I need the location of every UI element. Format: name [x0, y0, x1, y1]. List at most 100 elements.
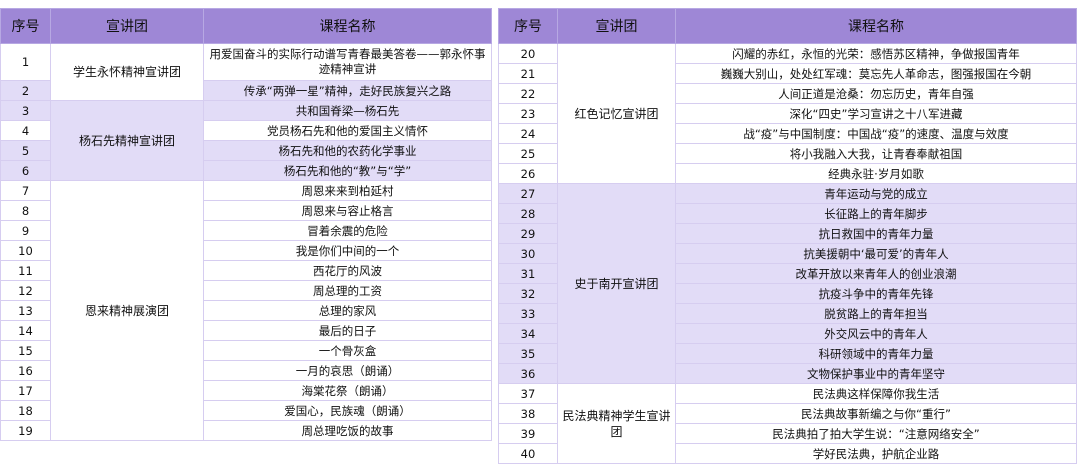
course-table-right: 序号 宣讲团 课程名称 20 红色记忆宣讲团 闪耀的赤红，永恒的光荣：感悟苏区精…	[498, 8, 1077, 464]
row-number: 39	[498, 423, 558, 444]
row-number: 37	[498, 383, 558, 404]
row-number: 15	[0, 340, 51, 361]
row-number: 33	[498, 303, 558, 324]
course-title: 巍巍大别山，处处红军魂：莫忘先人革命志，图强报国在今朝	[675, 63, 1077, 84]
row-number: 16	[0, 360, 51, 381]
course-title: 科研领域中的青年力量	[675, 343, 1077, 364]
header-course: 课程名称	[203, 8, 492, 44]
row-number: 35	[498, 343, 558, 364]
course-title: 深化“四史”学习宣讲之十八军进藏	[675, 103, 1077, 124]
team-name: 学生永怀精神宣讲团	[50, 43, 204, 101]
course-title: 海棠花祭（朗诵）	[203, 380, 492, 401]
row-number: 11	[0, 260, 51, 281]
course-title: 将小我融入大我，让青春奉献祖国	[675, 143, 1077, 164]
row-number: 3	[0, 100, 51, 121]
course-title: 闪耀的赤红，永恒的光荣：感悟苏区精神，争做报国青年	[675, 43, 1077, 64]
row-number: 28	[498, 203, 558, 224]
course-title: 民法典故事新编之与你“重行”	[675, 403, 1077, 424]
course-title: 一个骨灰盒	[203, 340, 492, 361]
course-title: 外交风云中的青年人	[675, 323, 1077, 344]
row-number: 9	[0, 220, 51, 241]
row-number: 6	[0, 160, 51, 181]
row-number: 10	[0, 240, 51, 261]
course-title: 用爱国奋斗的实际行动谱写青春最美答卷——郭永怀事迹精神宣讲	[203, 43, 492, 81]
row-number: 17	[0, 380, 51, 401]
row-number: 34	[498, 323, 558, 344]
row-number: 13	[0, 300, 51, 321]
table-row: 37 民法典精神学生宣讲团 民法典这样保障你我生活	[498, 383, 1077, 464]
course-title: 冒着余震的危险	[203, 220, 492, 241]
header-num: 序号	[498, 8, 558, 44]
header-team: 宣讲团	[557, 8, 676, 44]
course-title: 人间正道是沧桑：勿忘历史，青年自强	[675, 83, 1077, 104]
course-title: 改革开放以来青年人的创业浪潮	[675, 263, 1077, 284]
row-number: 14	[0, 320, 51, 341]
header-row: 序号 宣讲团 课程名称	[498, 8, 1077, 44]
table-row: 1 学生永怀精神宣讲团 用爱国奋斗的实际行动谱写青春最美答卷——郭永怀事迹精神宣…	[0, 43, 492, 101]
course-title: 总理的家风	[203, 300, 492, 321]
row-number: 22	[498, 83, 558, 104]
row-number: 32	[498, 283, 558, 304]
table-row: 20 红色记忆宣讲团 闪耀的赤红，永恒的光荣：感悟苏区精神，争做报国青年	[498, 43, 1077, 184]
course-title: 共和国脊梁—杨石先	[203, 100, 492, 121]
header-num: 序号	[0, 8, 51, 44]
course-title: 战“疫”与中国制度：中国战“疫”的速度、温度与效度	[675, 123, 1077, 144]
course-title: 周总理的工资	[203, 280, 492, 301]
row-number: 30	[498, 243, 558, 264]
course-title: 民法典拍了拍大学生说：“注意网络安全”	[675, 423, 1077, 444]
row-number: 21	[498, 63, 558, 84]
course-title: 抗疫斗争中的青年先锋	[675, 283, 1077, 304]
header-row: 序号 宣讲团 课程名称	[0, 8, 492, 44]
row-number: 7	[0, 180, 51, 201]
course-title: 经典永驻·岁月如歌	[675, 163, 1077, 184]
row-number: 4	[0, 120, 51, 141]
course-title: 我是你们中间的一个	[203, 240, 492, 261]
course-title: 青年运动与党的成立	[675, 183, 1077, 204]
course-title: 党员杨石先和他的爱国主义情怀	[203, 120, 492, 141]
course-title: 长征路上的青年脚步	[675, 203, 1077, 224]
row-number: 23	[498, 103, 558, 124]
row-number: 24	[498, 123, 558, 144]
course-table-left: 序号 宣讲团 课程名称 1 学生永怀精神宣讲团 用爱国奋斗的实际行动谱写青春最美…	[0, 8, 492, 441]
header-team: 宣讲团	[50, 8, 204, 44]
course-title: 西花厅的风波	[203, 260, 492, 281]
row-number: 29	[498, 223, 558, 244]
course-title: 杨石先和他的“教”与“学”	[203, 160, 492, 181]
course-title: 爱国心，民族魂（朗诵）	[203, 400, 492, 421]
course-title: 周恩来与容止格言	[203, 200, 492, 221]
row-number: 31	[498, 263, 558, 284]
team-name: 红色记忆宣讲团	[557, 43, 676, 184]
row-number: 2	[0, 80, 51, 101]
row-number: 1	[0, 43, 51, 81]
row-number: 19	[0, 420, 51, 441]
team-name: 史于南开宣讲团	[557, 183, 676, 384]
row-number: 27	[498, 183, 558, 204]
row-number: 18	[0, 400, 51, 421]
row-number: 5	[0, 140, 51, 161]
table-row: 7 恩来精神展演团 周恩来来到柏延村	[0, 180, 492, 441]
team-name: 民法典精神学生宣讲团	[557, 383, 676, 464]
course-title: 一月的哀思（朗诵）	[203, 360, 492, 381]
course-title: 传承“两弹一星”精神，走好民族复兴之路	[203, 80, 492, 101]
row-number: 36	[498, 363, 558, 384]
course-title: 民法典这样保障你我生活	[675, 383, 1077, 404]
course-title: 脱贫路上的青年担当	[675, 303, 1077, 324]
row-number: 38	[498, 403, 558, 424]
course-title: 杨石先和他的农药化学事业	[203, 140, 492, 161]
row-number: 20	[498, 43, 558, 64]
course-title: 抗日救国中的青年力量	[675, 223, 1077, 244]
table-row: 27 史于南开宣讲团 青年运动与党的成立	[498, 183, 1077, 384]
row-number: 25	[498, 143, 558, 164]
course-title: 周总理吃饭的故事	[203, 420, 492, 441]
course-title: 抗美援朝中‘最可爱’的青年人	[675, 243, 1077, 264]
row-number: 12	[0, 280, 51, 301]
row-number: 8	[0, 200, 51, 221]
course-title: 最后的日子	[203, 320, 492, 341]
team-name: 杨石先精神宣讲团	[50, 100, 204, 181]
header-course: 课程名称	[675, 8, 1077, 44]
team-name: 恩来精神展演团	[50, 180, 204, 441]
course-title: 周恩来来到柏延村	[203, 180, 492, 201]
row-number: 26	[498, 163, 558, 184]
course-title: 文物保护事业中的青年坚守	[675, 363, 1077, 384]
table-row: 3 杨石先精神宣讲团 共和国脊梁—杨石先	[0, 100, 492, 181]
